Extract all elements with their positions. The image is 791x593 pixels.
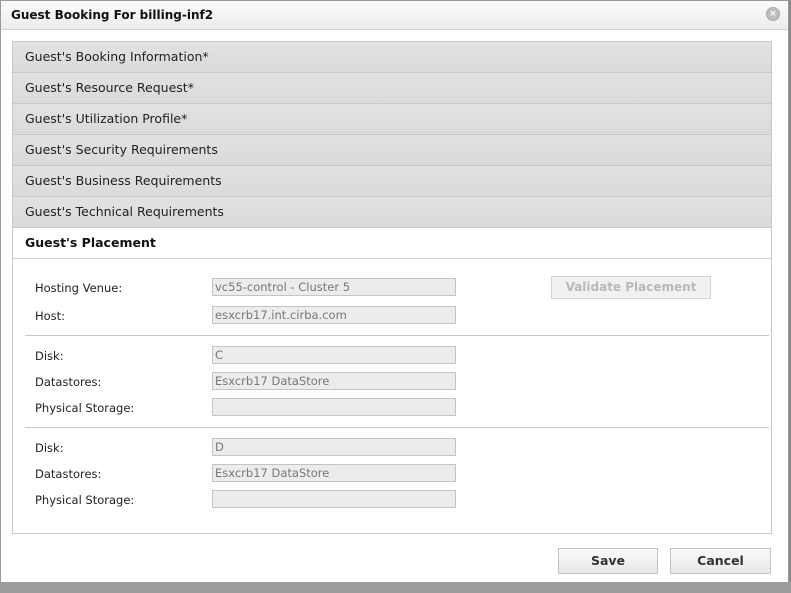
- disk-d-field[interactable]: [212, 438, 456, 456]
- dialog-title: Guest Booking For billing-inf2: [11, 8, 214, 22]
- accordion-resource-request[interactable]: Guest's Resource Request*: [13, 73, 771, 104]
- accordion-technical-requirements[interactable]: Guest's Technical Requirements: [13, 197, 771, 228]
- accordion-booking-information[interactable]: Guest's Booking Information*: [13, 42, 771, 73]
- placement-panel: Hosting Venue: Validate Placement Host: …: [13, 259, 771, 533]
- physical-storage-c-field[interactable]: [212, 398, 456, 416]
- host-label: Host:: [35, 309, 66, 323]
- accordion-placement[interactable]: Guest's Placement: [13, 228, 771, 259]
- disk-label: Disk:: [35, 441, 64, 455]
- datastores-d-field[interactable]: [212, 464, 456, 482]
- physical-storage-label: Physical Storage:: [35, 493, 135, 507]
- accordion-label: Guest's Resource Request*: [25, 80, 194, 95]
- disk-c-field[interactable]: [212, 346, 456, 364]
- accordion-utilization-profile[interactable]: Guest's Utilization Profile*: [13, 104, 771, 135]
- accordion-label: Guest's Placement: [25, 235, 156, 250]
- disk-label: Disk:: [35, 349, 64, 363]
- host-field[interactable]: [212, 306, 456, 324]
- divider: [25, 335, 769, 336]
- datastores-label: Datastores:: [35, 375, 102, 389]
- guest-booking-dialog: Guest Booking For billing-inf2 × Guest's…: [0, 0, 789, 583]
- accordion-business-requirements[interactable]: Guest's Business Requirements: [13, 166, 771, 197]
- hosting-venue-field[interactable]: [212, 278, 456, 296]
- datastores-c-field[interactable]: [212, 372, 456, 390]
- accordion-label: Guest's Booking Information*: [25, 49, 209, 64]
- accordion-security-requirements[interactable]: Guest's Security Requirements: [13, 135, 771, 166]
- physical-storage-label: Physical Storage:: [35, 401, 135, 415]
- booking-accordion: Guest's Booking Information* Guest's Res…: [12, 41, 772, 534]
- hosting-venue-label: Hosting Venue:: [35, 281, 123, 295]
- close-icon[interactable]: ×: [766, 7, 780, 21]
- accordion-label: Guest's Business Requirements: [25, 173, 222, 188]
- physical-storage-d-field[interactable]: [212, 490, 456, 508]
- validate-placement-button[interactable]: Validate Placement: [551, 276, 711, 299]
- cancel-button[interactable]: Cancel: [670, 548, 771, 574]
- divider: [25, 427, 769, 428]
- datastores-label: Datastores:: [35, 467, 102, 481]
- accordion-label: Guest's Utilization Profile*: [25, 111, 188, 126]
- dialog-header: Guest Booking For billing-inf2 ×: [1, 1, 788, 30]
- background-page: [0, 582, 791, 593]
- accordion-label: Guest's Security Requirements: [25, 142, 218, 157]
- accordion-label: Guest's Technical Requirements: [25, 204, 224, 219]
- save-button[interactable]: Save: [558, 548, 658, 574]
